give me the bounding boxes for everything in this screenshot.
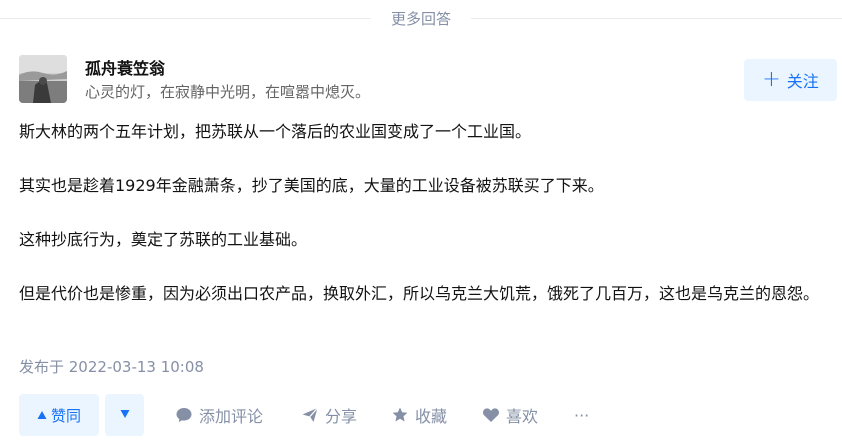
favorite-label: 收藏 — [415, 407, 448, 426]
triangle-up-icon — [37, 406, 47, 424]
favorite-button[interactable]: 收藏 — [391, 394, 447, 436]
author-bio: 心灵的灯，在寂静中光明，在喧嚣中熄灭。 — [85, 83, 371, 101]
heart-icon — [482, 406, 500, 424]
triangle-down-icon — [120, 408, 130, 423]
answer-paragraph: 这种抄底行为，奠定了苏联的工业基础。 — [19, 230, 308, 249]
author-name[interactable]: 孤舟蓑笠翁 — [85, 55, 165, 79]
share-button[interactable]: 分享 — [301, 394, 357, 436]
downvote-button[interactable] — [105, 394, 144, 436]
comment-icon — [175, 406, 193, 424]
upvote-label: 赞同 — [50, 406, 81, 425]
more-button[interactable]: ··· — [574, 394, 589, 436]
like-label: 喜欢 — [506, 407, 539, 426]
answer-content: 斯大林的两个五年计划，把苏联从一个落后的农业国变成了一个工业国。 其实也是趁着1… — [19, 118, 829, 307]
comment-label: 添加评论 — [199, 407, 264, 426]
comment-button[interactable]: 添加评论 — [175, 394, 263, 436]
avatar[interactable] — [19, 55, 67, 103]
answer-paragraph: 但是代价也是惨重，因为必须出口农产品，换取外汇，所以乌克兰大饥荒，饿死了几百万，… — [19, 284, 820, 303]
action-bar: 赞同 添加评论 分享 收藏 喜欢 ··· — [19, 394, 829, 436]
share-label: 分享 — [325, 407, 358, 426]
author-info: 孤舟蓑笠翁 心灵的灯，在寂静中光明，在喧嚣中熄灭。 — [19, 55, 824, 105]
answer-paragraph: 其实也是趁着1929年金融萧条，抄了美国的底，大量的工业设备被苏联买了下来。 — [19, 176, 604, 195]
more-answers-divider: 更多回答 — [0, 0, 842, 36]
avatar-image — [19, 55, 67, 103]
share-icon — [301, 406, 319, 424]
more-answers-label: 更多回答 — [370, 7, 471, 29]
plus-icon: + — [762, 67, 781, 92]
answer-paragraph: 斯大林的两个五年计划，把苏联从一个落后的农业国变成了一个工业国。 — [19, 122, 532, 141]
like-button[interactable]: 喜欢 — [482, 394, 538, 436]
star-icon — [391, 406, 409, 424]
follow-button[interactable]: + 关注 — [744, 59, 837, 101]
follow-label: 关注 — [786, 72, 819, 91]
upvote-button[interactable]: 赞同 — [19, 394, 99, 436]
more-icon: ··· — [574, 405, 590, 425]
publish-time[interactable]: 发布于 2022-03-13 10:08 — [19, 356, 204, 377]
